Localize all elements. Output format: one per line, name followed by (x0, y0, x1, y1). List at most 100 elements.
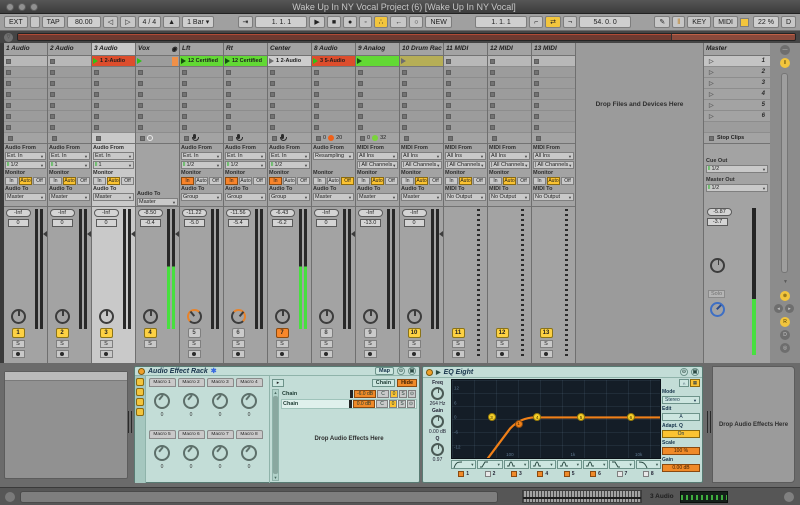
input-type-chooser[interactable]: All Ins▼ (401, 152, 442, 160)
track-title[interactable]: Center (268, 43, 311, 56)
empty-clip-slot[interactable] (400, 122, 443, 133)
empty-clip-slot[interactable] (532, 111, 575, 122)
mixer-sections-icon[interactable]: ⦀ (780, 58, 790, 68)
arm-record-button[interactable] (100, 350, 113, 358)
rack-activator-button[interactable] (138, 368, 145, 375)
input-channel-chooser[interactable]: |All Channels▼ (533, 161, 574, 169)
monitor-in-button[interactable]: In (357, 177, 370, 185)
empty-clip-slot[interactable] (48, 78, 91, 89)
empty-clip-slot[interactable] (356, 100, 399, 111)
clip-stop-icon[interactable] (358, 70, 363, 75)
empty-clip-slot[interactable] (312, 111, 355, 122)
clip-stop-icon[interactable] (446, 114, 451, 119)
master-out-chooser[interactable]: ‖1/2▼ (706, 184, 768, 192)
input-type-chooser[interactable]: Ext. In▼ (181, 152, 222, 160)
mode-chooser[interactable]: Stereo▼ (662, 396, 700, 404)
chain-scrollbar[interactable]: ▲▼ (272, 389, 279, 481)
monitor-off-button[interactable]: Off (297, 177, 310, 185)
key-map-button[interactable]: KEY (687, 16, 711, 28)
clip-stop-icon[interactable] (6, 81, 11, 86)
scene-row-3[interactable]: ▷3 (704, 78, 770, 89)
solo-button[interactable]: S (540, 340, 553, 348)
scale-field[interactable]: 100 % (662, 447, 700, 455)
monitor-off-button[interactable]: Off (341, 177, 354, 185)
empty-clip-slot[interactable] (136, 78, 179, 89)
chain-button[interactable]: Chain (372, 379, 395, 387)
input-channel-chooser[interactable]: ‖1/2▼ (225, 161, 266, 169)
clip-stop-icon[interactable] (94, 125, 99, 130)
chain-volume-field[interactable]: -6.0 dB (354, 390, 376, 398)
track-stop-icon[interactable] (316, 136, 321, 141)
empty-clip-slot[interactable] (180, 89, 223, 100)
pan-knob[interactable] (407, 309, 422, 324)
solo-button[interactable]: S (188, 340, 201, 348)
clip-stop-icon[interactable] (402, 114, 407, 119)
output-chooser[interactable]: No Output▼ (533, 193, 574, 201)
empty-clip-slot[interactable] (4, 100, 47, 111)
clip-stop-icon[interactable] (314, 92, 319, 97)
nudge-down-button[interactable]: ◁ (103, 16, 118, 28)
scene-play-icon[interactable]: ▷ (709, 58, 714, 65)
output-chooser[interactable]: Group▼ (225, 193, 266, 201)
empty-clip-slot[interactable] (48, 122, 91, 133)
clip-stop-icon[interactable] (270, 92, 275, 97)
macro-label[interactable]: Macro 1 (149, 378, 176, 387)
quantization-menu[interactable]: 1 Bar ▾ (182, 16, 214, 28)
empty-clip-slot[interactable] (400, 89, 443, 100)
freq-value[interactable]: 264 Hz (430, 401, 446, 407)
chain-hotswap-icon[interactable]: ⊙ (407, 400, 415, 408)
pan-knob[interactable] (363, 309, 378, 324)
empty-clip-slot[interactable] (92, 122, 135, 133)
show-track-delay-toggle[interactable]: D (780, 330, 790, 340)
empty-clip-slot[interactable] (136, 122, 179, 133)
track-stop-icon[interactable] (404, 136, 409, 141)
scene-play-icon[interactable]: ▷ (709, 102, 714, 109)
clip-overview-waveform[interactable] (522, 490, 642, 503)
clip-stop-icon[interactable] (402, 125, 407, 130)
volume-field[interactable]: -11.56 (226, 209, 251, 217)
device-drop-area[interactable]: Drop Audio Effects Here (712, 366, 795, 483)
clip-stop-icon[interactable] (182, 125, 187, 130)
track-activator-button[interactable]: 3 (100, 328, 113, 338)
clip-slot[interactable] (356, 56, 399, 67)
monitor-off-button[interactable]: Off (385, 177, 398, 185)
overdub-button[interactable]: ◦ (359, 16, 371, 28)
rack-drop-area[interactable]: Drop Audio Effects Here (281, 409, 417, 469)
clip-stop-icon[interactable] (6, 114, 11, 119)
input-type-chooser[interactable]: All Ins▼ (357, 152, 398, 160)
solo-button[interactable]: S (56, 340, 69, 348)
eq-curve-display[interactable]: 1260-6-121001k10k 31456 (451, 379, 661, 459)
input-channel-chooser[interactable]: ‖1▼ (93, 161, 134, 169)
clip-stop-icon[interactable] (226, 103, 231, 108)
show-crossfader-toggle[interactable]: ◎ (780, 343, 790, 353)
empty-clip-slot[interactable] (136, 100, 179, 111)
empty-clip-slot[interactable] (356, 78, 399, 89)
solo-button[interactable]: S (144, 340, 157, 348)
clip-play-icon[interactable] (357, 58, 362, 64)
clip-stop-icon[interactable] (270, 103, 275, 108)
fader-thumb[interactable] (43, 231, 47, 237)
output-chooser[interactable]: Master▼ (49, 193, 90, 201)
eq-save-preset-icon[interactable]: ▣ (691, 368, 699, 376)
input-channel-chooser[interactable]: |All Channels▼ (445, 161, 486, 169)
eq-hot-swap-icon[interactable]: ⊙ (680, 368, 688, 376)
clip-stop-icon[interactable] (182, 81, 187, 86)
empty-clip-slot[interactable] (224, 78, 267, 89)
empty-clip-slot[interactable] (532, 56, 575, 67)
clip-stop-icon[interactable] (314, 70, 319, 75)
clip-stop-icon[interactable] (138, 70, 143, 75)
empty-clip-slot[interactable] (180, 122, 223, 133)
pan-knob[interactable] (55, 309, 70, 324)
clip-stop-icon[interactable] (534, 114, 539, 119)
band-activator-checkbox[interactable] (537, 471, 543, 477)
input-type-chooser[interactable]: All Ins▼ (489, 152, 530, 160)
chain-send-field[interactable]: 0 (390, 390, 398, 398)
empty-clip-slot[interactable] (400, 100, 443, 111)
volume-field[interactable]: -Inf (402, 209, 427, 217)
empty-clip-slot[interactable] (180, 78, 223, 89)
pan-knob[interactable] (11, 309, 26, 324)
track-stop-icon[interactable] (228, 136, 233, 141)
track-activator-button[interactable]: 13 (540, 328, 553, 338)
track-stop-icon[interactable] (360, 136, 365, 141)
scene-play-icon[interactable]: ▷ (709, 69, 714, 76)
